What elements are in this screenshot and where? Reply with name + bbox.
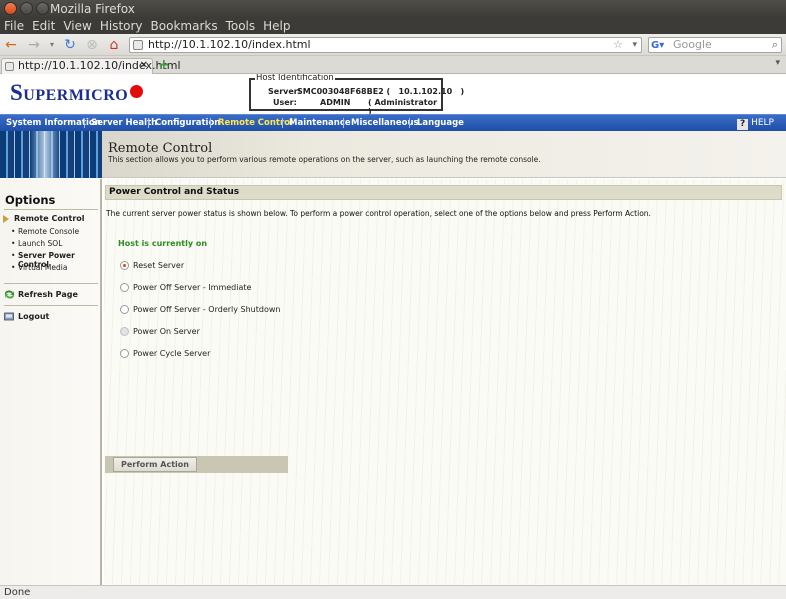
menu-edit[interactable]: Edit bbox=[28, 18, 59, 34]
menu-tools[interactable]: Tools bbox=[222, 18, 260, 34]
section-banner: Remote Control This section allows you t… bbox=[0, 131, 786, 178]
menu-file[interactable]: File bbox=[0, 18, 28, 34]
radio-power-on-server bbox=[120, 327, 129, 336]
forward-arrow-icon[interactable]: → bbox=[26, 37, 42, 53]
site-identity-icon[interactable] bbox=[133, 40, 143, 50]
sidebar-group-remote-control[interactable]: Remote Control bbox=[14, 214, 85, 223]
nav-separator bbox=[282, 118, 283, 128]
option-label: Power Cycle Server bbox=[133, 349, 211, 358]
google-engine-icon[interactable]: G▾ bbox=[651, 39, 671, 51]
host-identification-box: Host Identification Server: SMC003048F68… bbox=[249, 74, 464, 116]
option-label: Reset Server bbox=[133, 261, 185, 270]
sidebar-divider bbox=[4, 283, 98, 284]
nav-separator bbox=[210, 118, 211, 128]
sidebar-logout[interactable]: Logout bbox=[18, 312, 49, 321]
sidebar-divider bbox=[4, 209, 98, 210]
options-sidebar: Options Remote Control • Remote Console … bbox=[0, 179, 102, 585]
new-tab-plus-icon[interactable]: + bbox=[158, 57, 170, 73]
user-label: User: bbox=[273, 98, 297, 107]
tab-bar: http://10.1.102.10/index.html ✕ + ▾ bbox=[0, 56, 786, 74]
option-label: Power Off Server - Immediate bbox=[133, 283, 252, 292]
sidebar-refresh-page[interactable]: Refresh Page bbox=[18, 290, 78, 299]
tab-close-icon[interactable]: ✕ bbox=[140, 59, 148, 73]
power-control-panel: Power Control and Status The current ser… bbox=[104, 179, 786, 585]
menu-view[interactable]: View bbox=[59, 18, 95, 34]
search-icon[interactable]: ⌕ bbox=[772, 38, 778, 52]
bullet: • bbox=[11, 239, 16, 248]
help-question-icon: ? bbox=[737, 119, 749, 130]
window-title: Mozilla Firefox bbox=[50, 2, 135, 16]
tab-title: http://10.1.102.10/index.html bbox=[18, 59, 181, 72]
navigation-toolbar: ← → ▾ ↻ ⊗ ⌂ http://10.1.102.10/index.htm… bbox=[0, 34, 786, 56]
server-value: SMC003048F68BE2 ( 10.1.102.10 ) bbox=[297, 87, 465, 96]
window-minimize-button[interactable] bbox=[20, 2, 33, 15]
options-heading: Options bbox=[5, 193, 56, 207]
bullet: • bbox=[11, 227, 16, 236]
sidebar-item-remote-console[interactable]: Remote Console bbox=[18, 227, 79, 236]
window-maximize-button[interactable] bbox=[36, 2, 49, 15]
logo-dot-icon bbox=[130, 85, 144, 98]
status-bar: Done bbox=[0, 585, 786, 599]
panel-description: The current server power status is shown… bbox=[106, 209, 651, 218]
nav-maintenance[interactable]: Maintenance bbox=[289, 115, 351, 131]
home-icon[interactable]: ⌂ bbox=[106, 37, 122, 53]
url-text: http://10.1.102.10/index.html bbox=[148, 38, 311, 51]
search-placeholder: Google bbox=[673, 38, 712, 51]
nav-separator bbox=[409, 118, 410, 128]
server-label: Server: bbox=[268, 87, 301, 96]
logo-text: Supermicro bbox=[10, 80, 129, 105]
option-label: Power Off Server - Orderly Shutdown bbox=[133, 305, 281, 314]
bullet: • bbox=[11, 251, 16, 260]
radio-power-off-orderly[interactable] bbox=[120, 305, 129, 314]
sidebar-item-launch-sol[interactable]: Launch SOL bbox=[18, 239, 62, 248]
nav-separator bbox=[148, 118, 149, 128]
menu-help[interactable]: Help bbox=[259, 18, 294, 34]
nav-separator bbox=[84, 118, 85, 128]
stop-icon[interactable]: ⊗ bbox=[84, 37, 100, 53]
nav-language[interactable]: Language bbox=[417, 115, 464, 131]
menu-history[interactable]: History bbox=[96, 18, 147, 34]
window-close-button[interactable] bbox=[4, 2, 17, 15]
sidebar-item-virtual-media[interactable]: Virtual Media bbox=[18, 263, 67, 272]
browser-tab[interactable]: http://10.1.102.10/index.html ✕ bbox=[1, 58, 181, 74]
search-box[interactable]: G▾ Google ⌕ bbox=[648, 37, 782, 53]
sidebar-divider bbox=[4, 305, 98, 306]
main-nav: System Information Server Health Configu… bbox=[0, 114, 786, 131]
option-label: Power On Server bbox=[133, 327, 200, 336]
menu-bookmarks[interactable]: Bookmarks bbox=[147, 18, 222, 34]
tab-favicon-icon bbox=[5, 62, 14, 71]
menu-bar: File Edit View History Bookmarks Tools H… bbox=[0, 18, 786, 34]
nav-system-information[interactable]: System Information bbox=[6, 115, 101, 131]
page-title: Remote Control bbox=[108, 141, 213, 156]
bookmark-star-icon[interactable]: ☆ bbox=[613, 38, 623, 52]
url-dropdown-icon[interactable]: ▾ bbox=[632, 38, 637, 52]
supermicro-logo: Supermicro bbox=[10, 80, 144, 106]
logout-icon bbox=[4, 312, 14, 321]
user-value: ADMIN bbox=[320, 98, 351, 107]
page-description: This section allows you to perform vario… bbox=[108, 155, 541, 164]
history-dropdown-icon[interactable]: ▾ bbox=[44, 37, 60, 53]
perform-action-button[interactable]: Perform Action bbox=[113, 457, 197, 472]
host-identification-legend: Host Identification bbox=[255, 74, 335, 83]
web-page: Supermicro Host Identification Server: S… bbox=[0, 74, 786, 585]
help-label: HELP bbox=[751, 118, 774, 128]
bullet: • bbox=[11, 263, 16, 272]
url-bar[interactable]: http://10.1.102.10/index.html ☆ ▾ bbox=[129, 37, 642, 53]
action-bar: Perform Action bbox=[105, 456, 288, 473]
radio-power-off-immediate[interactable] bbox=[120, 283, 129, 292]
radio-reset-server[interactable] bbox=[120, 261, 129, 270]
panel-heading: Power Control and Status bbox=[105, 185, 782, 200]
nav-separator bbox=[343, 118, 344, 128]
radio-power-cycle-server[interactable] bbox=[120, 349, 129, 358]
tab-list-dropdown-icon[interactable]: ▾ bbox=[775, 58, 780, 68]
window-titlebar: Mozilla Firefox bbox=[0, 0, 786, 18]
help-link[interactable]: ? HELP bbox=[737, 115, 774, 131]
refresh-page-icon bbox=[4, 290, 15, 299]
back-arrow-icon[interactable]: ← bbox=[3, 37, 19, 53]
host-power-status: Host is currently on bbox=[118, 239, 208, 248]
reload-icon[interactable]: ↻ bbox=[62, 37, 78, 53]
expanded-arrow-icon bbox=[3, 215, 9, 223]
server-rack-banner-image bbox=[0, 131, 102, 178]
